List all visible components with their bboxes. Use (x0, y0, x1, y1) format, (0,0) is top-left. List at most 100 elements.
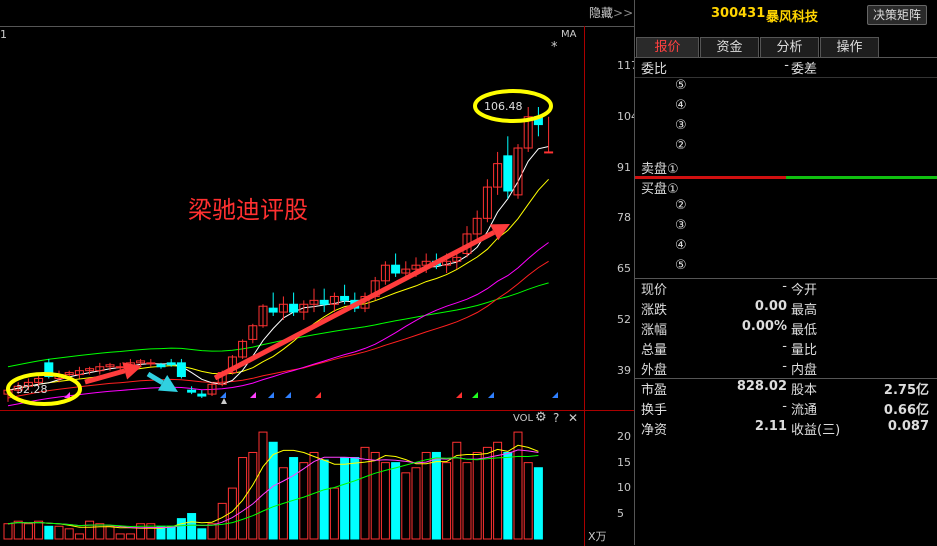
volume-bar (23, 523, 33, 540)
signal-marker (285, 392, 291, 398)
volume-bar (289, 457, 299, 540)
candle-body (115, 366, 125, 369)
quote-label-2: 量比 (791, 343, 818, 358)
volume-bar (74, 533, 84, 540)
candlestick-chart[interactable]: 106.48 32.28 MA * 梁驰迪评股 (0, 26, 585, 410)
hide-button[interactable]: 隐藏>> (589, 4, 633, 21)
sell1-row[interactable]: 卖盘① (641, 158, 931, 178)
buy4-row[interactable]: ④ (641, 238, 931, 258)
signal-marker (220, 392, 226, 398)
weibi-value: - (784, 58, 789, 73)
signal-marker (456, 392, 462, 398)
vol-tick: 5 (617, 506, 624, 520)
stock-name: 暴风科技 (766, 10, 819, 25)
quote-value: 0.00% (741, 319, 787, 334)
volume-bar (401, 472, 411, 540)
volume-bar (44, 525, 54, 540)
candle-body (340, 295, 350, 301)
sell3-row[interactable]: ③ (641, 118, 931, 138)
price-tick: 52 (617, 312, 631, 326)
volume-bar (350, 457, 360, 540)
gear-icon[interactable]: ⚙ (535, 410, 547, 425)
volume-bar (442, 462, 452, 540)
buy5-row[interactable]: ⑤ (641, 258, 931, 278)
vol-tick: 10 (617, 481, 631, 495)
buy2-row[interactable]: ② (641, 198, 931, 218)
quote-row: 总量 - 量比 (641, 339, 931, 359)
volume-bar (513, 431, 523, 540)
quote-row: 涨幅 0.00% 最低 (641, 319, 931, 339)
double-chevron-right-icon: >> (613, 6, 634, 20)
quote-label: 涨幅 (641, 323, 668, 338)
weibi-label: 委比 (641, 62, 668, 77)
stat-row: 净资 2.11 收益(三) 0.087 (641, 419, 931, 439)
close-icon[interactable]: ✕ (568, 411, 578, 425)
candle-body (391, 264, 401, 274)
sell2-row[interactable]: ② (641, 138, 931, 158)
weicha-label: 委差 (791, 62, 818, 77)
stat-value-2: 0.087 (887, 419, 929, 434)
ma60-line (7, 282, 549, 368)
tab-operate[interactable]: 操作 (820, 37, 879, 57)
volume-bar (176, 518, 186, 540)
volume-axis: X万 20 15 10 5 (585, 410, 634, 546)
signal-marker (472, 392, 478, 398)
volume-bar (503, 451, 513, 540)
chart-area[interactable]: 1 隐藏>> 106.48 32.28 MA * 梁驰迪评股 117 104 91 78… (0, 0, 638, 546)
candle-body (268, 307, 278, 313)
volume-bar (64, 528, 74, 540)
tab-analysis[interactable]: 分析 (760, 37, 819, 57)
candle-body (176, 362, 186, 378)
volume-bar (95, 523, 105, 540)
volume-bar (523, 462, 533, 540)
volume-bar (472, 451, 482, 540)
volume-bar (319, 459, 329, 540)
volume-bar (115, 533, 125, 540)
volume-bar (54, 525, 64, 540)
volume-bar (125, 533, 135, 540)
quote-label: 总量 (641, 343, 668, 358)
sell1-label: 卖盘① (641, 162, 679, 177)
volume-bar (340, 457, 350, 540)
buy-level-3: ③ (675, 218, 687, 233)
chart-topbar: 1 隐藏>> (0, 0, 634, 41)
stat-value: 2.11 (754, 419, 787, 434)
volume-bar (309, 451, 319, 540)
decision-matrix-button[interactable]: 决策矩阵 (867, 5, 927, 25)
stat-label: 市盈 (641, 383, 668, 398)
sell5-row[interactable]: ⑤ (641, 78, 931, 98)
help-icon[interactable]: ? (553, 411, 559, 425)
volume-bar (462, 462, 472, 540)
quote-label-2: 最高 (791, 303, 818, 318)
stat-value-2: 2.75亿 (883, 383, 929, 398)
candle-body (187, 389, 197, 393)
pullback-arrow (146, 371, 178, 392)
candle-body (289, 303, 299, 313)
signal-marker (488, 392, 494, 398)
tab-quote[interactable]: 报价 (636, 37, 699, 57)
candle-body (319, 299, 329, 305)
volume-chart[interactable]: VOL ⚙ ? ✕ (0, 410, 585, 546)
stat-label-2: 收益(三) (791, 423, 841, 438)
buy3-row[interactable]: ③ (641, 218, 931, 238)
quote-label: 涨跌 (641, 303, 668, 318)
stock-code: 300431 (711, 6, 766, 21)
tab-funds[interactable]: 资金 (700, 37, 759, 57)
volume-svg (3, 431, 543, 540)
volume-bar (370, 451, 380, 540)
buy-level-2: ② (675, 198, 687, 213)
ma-label[interactable]: MA (561, 29, 576, 40)
sell4-row[interactable]: ④ (641, 98, 931, 118)
volume-bar (13, 520, 23, 540)
watermark-text: 梁驰迪评股 (188, 196, 308, 224)
candle-body (503, 155, 513, 192)
quote-label: 现价 (641, 283, 668, 298)
vol-unit: X万 (588, 530, 607, 543)
volume-bar (431, 451, 441, 540)
candle-body (166, 362, 176, 366)
buy1-row[interactable]: 买盘① (641, 178, 931, 198)
vol-tick: 15 (617, 455, 631, 469)
vol-tick: 20 (617, 430, 631, 444)
volume-bar (421, 451, 431, 540)
price-tick: 39 (617, 363, 631, 377)
